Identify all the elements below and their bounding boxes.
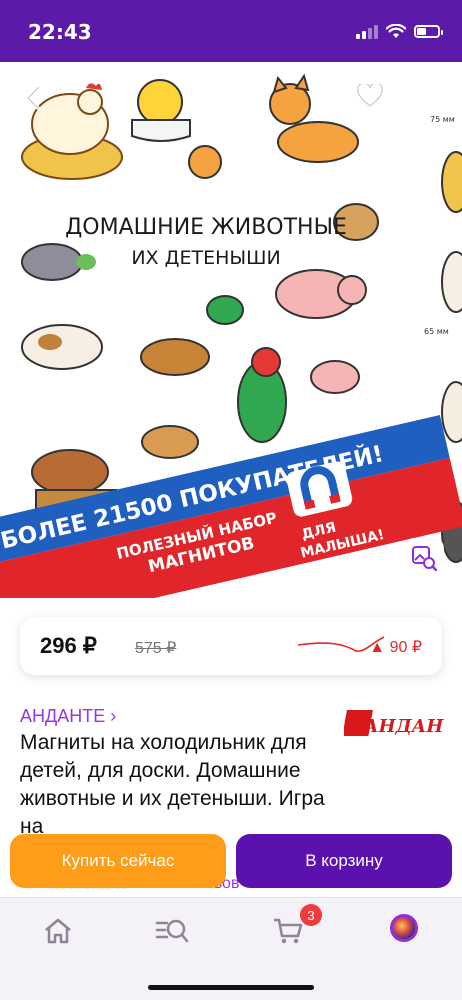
dimension-top: 75 мм xyxy=(430,115,455,124)
price-card[interactable]: 296 ₽ 575 ₽ ▲ 90 ₽ xyxy=(20,617,442,675)
old-price: 575 ₽ xyxy=(135,640,177,657)
product-gallery[interactable]: ДОМАШНИЕ ЖИВОТНЫЕ ИХ ДЕТЕНЫШИ 75 мм 65 м… xyxy=(0,62,462,598)
share-icon xyxy=(419,82,441,110)
add-to-cart-button[interactable]: В корзину xyxy=(236,834,452,888)
status-bar: 22:43 xyxy=(0,0,462,62)
cart-count-badge: 3 xyxy=(300,904,322,926)
current-price: 296 ₽ xyxy=(40,633,97,658)
product-image: ДОМАШНИЕ ЖИВОТНЫЕ ИХ ДЕТЕНЫШИ 75 мм 65 м… xyxy=(0,62,462,598)
dimension-side: 65 мм xyxy=(424,327,449,336)
home-icon xyxy=(45,918,71,944)
buy-now-button[interactable]: Купить сейчас xyxy=(10,834,226,888)
profile-avatar[interactable] xyxy=(390,914,418,942)
signal-icon xyxy=(356,24,378,39)
brand-logo-text: АНДАНТЕ xyxy=(362,716,444,737)
seller-link[interactable]: АНДАНТЕ › xyxy=(20,706,116,727)
wifi-icon xyxy=(386,24,406,38)
battery-icon xyxy=(414,25,443,38)
tab-catalog[interactable] xyxy=(152,914,192,948)
image-search-icon xyxy=(412,546,437,571)
tab-home[interactable] xyxy=(38,914,78,948)
back-button[interactable] xyxy=(18,82,50,114)
battery-level xyxy=(417,28,426,35)
poster-subtitle: ИХ ДЕТЕНЫШИ xyxy=(131,247,280,269)
share-button[interactable] xyxy=(414,80,446,112)
brand-logo[interactable]: АНДАНТЕ xyxy=(344,704,444,744)
heart-icon xyxy=(357,84,383,107)
product-title: Магниты на холодильник для детей, для до… xyxy=(20,731,325,838)
poster-title: ДОМАШНИЕ ЖИВОТНЫЕ xyxy=(65,215,347,240)
home-indicator xyxy=(148,985,314,990)
back-arrow-icon xyxy=(26,85,41,111)
cart-icon xyxy=(274,918,303,944)
price-change: ▲ 90 ₽ xyxy=(369,639,422,656)
favorite-button[interactable] xyxy=(354,80,386,112)
status-time: 22:43 xyxy=(28,20,92,44)
image-search-button[interactable] xyxy=(404,538,444,578)
catalog-search-icon xyxy=(155,919,189,943)
status-icons xyxy=(356,24,443,39)
